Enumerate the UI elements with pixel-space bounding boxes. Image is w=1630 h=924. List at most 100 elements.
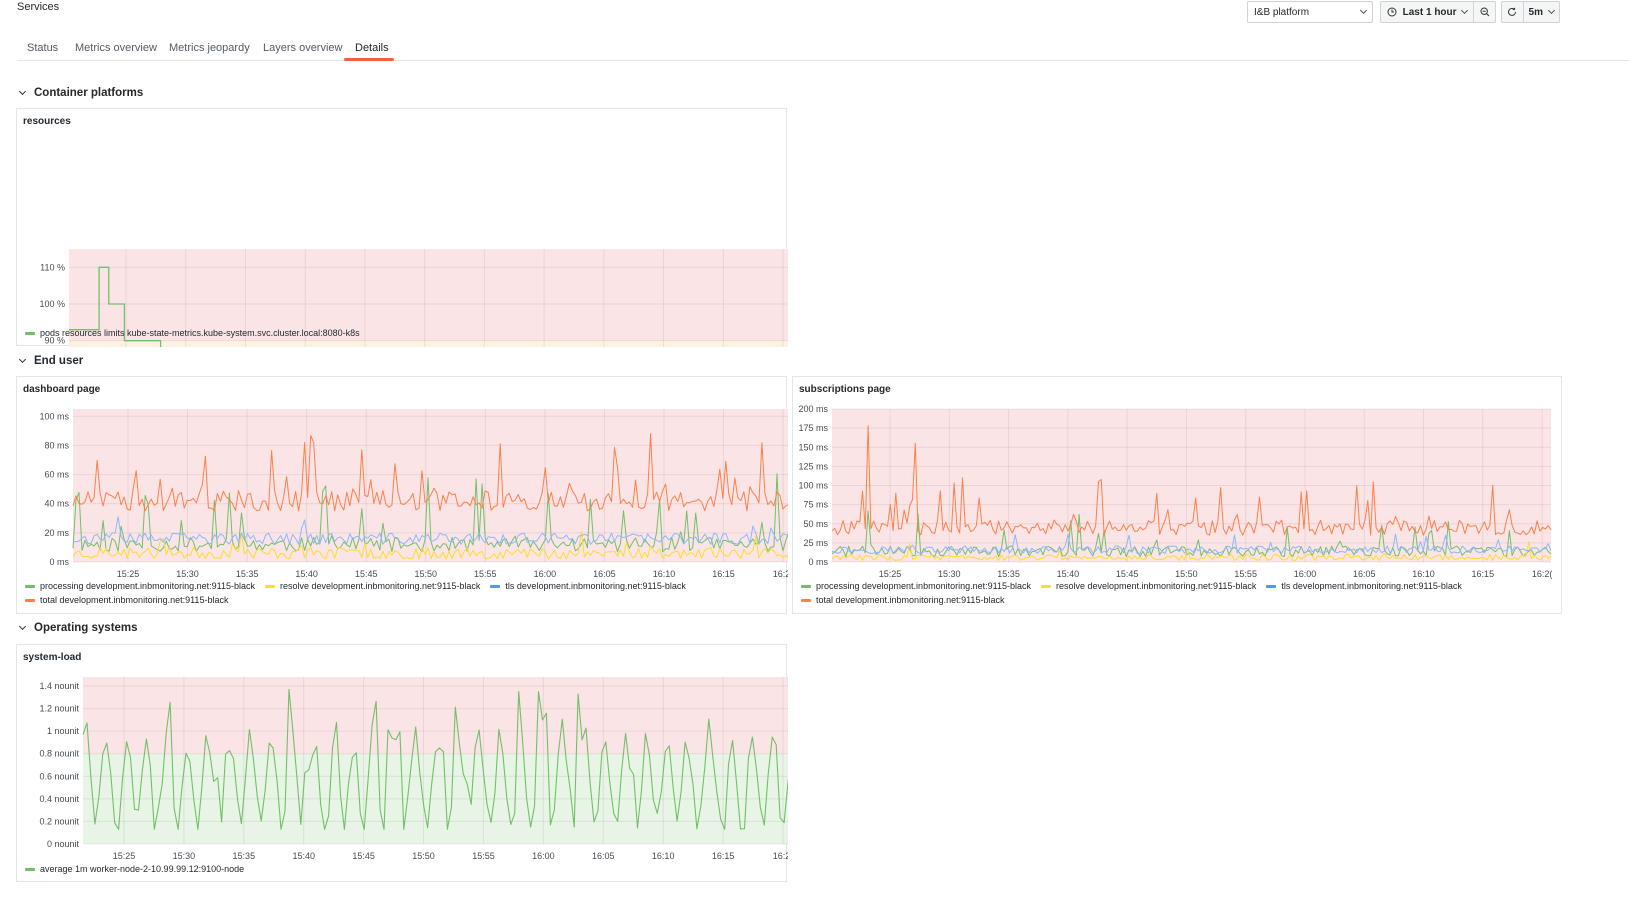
chevron-down-icon [18, 355, 27, 364]
x-tick-label: 16:2( [773, 851, 788, 861]
x-tick-label: 15:40 [295, 569, 318, 579]
y-tick-label: 0.2 nounit [39, 816, 79, 826]
threshold-zone [83, 677, 788, 754]
x-tick-label: 15:25 [117, 569, 140, 579]
zoom-out-icon [1480, 7, 1489, 17]
zoom-out-button[interactable] [1474, 2, 1495, 22]
x-tick-label: 15:40 [292, 851, 315, 861]
y-tick-label: 50 ms [803, 519, 828, 529]
x-tick-label: 16:05 [1353, 569, 1376, 579]
x-tick-label: 16:00 [534, 569, 557, 579]
row-container-platforms[interactable]: Container platforms [17, 87, 143, 99]
legend-item[interactable]: total development.inbmonitoring.net:9115… [801, 593, 1004, 607]
y-tick-label: 125 ms [798, 461, 828, 471]
y-tick-label: 0.8 nounit [39, 749, 79, 759]
legend-item[interactable]: pods resources limits kube-state-metrics… [25, 326, 360, 340]
refresh-icon [1508, 7, 1517, 16]
panel-dashboard-page: dashboard page 15:25 15:30 15:35 15:40 15:45… [16, 376, 788, 614]
y-tick-label: 0.6 nounit [39, 771, 79, 781]
y-tick-label: 100 ms [39, 411, 69, 421]
y-tick-label: 0 ms [808, 557, 828, 567]
row-end-user[interactable]: End user [17, 355, 83, 367]
legend-item[interactable]: processing development.inbmonitoring.net… [25, 579, 255, 593]
x-tick-label: 15:30 [176, 569, 199, 579]
y-tick-label: 1 nounit [47, 726, 80, 736]
refresh-interval-picker[interactable]: 5m [1524, 2, 1559, 22]
x-tick-label: 15:55 [474, 569, 497, 579]
time-range-picker[interactable]: Last 1 hour [1381, 2, 1475, 22]
legend-item[interactable]: average 1m worker-node-2-10.99.99.12:910… [25, 862, 244, 876]
y-tick-label: 0.4 nounit [39, 794, 79, 804]
legend-item[interactable]: total development.inbmonitoring.net:9115… [25, 593, 228, 607]
x-tick-label: 16:05 [592, 851, 615, 861]
row-operating-systems[interactable]: Operating systems [17, 622, 138, 634]
y-tick-label: 80 ms [44, 440, 69, 450]
legend-item[interactable]: processing development.inbmonitoring.net… [801, 579, 1031, 593]
time-range-label: Last 1 hour [1402, 6, 1457, 18]
x-tick-label: 15:55 [472, 851, 495, 861]
tab-metrics-jeopardy[interactable]: Metrics jeopardy [169, 42, 250, 54]
legend-swatch [25, 598, 35, 602]
legend-label: total development.inbmonitoring.net:9115… [816, 595, 1005, 605]
active-tab-indicator [344, 58, 394, 61]
y-tick-label: 60 ms [44, 470, 69, 480]
tab-status[interactable]: Status [27, 42, 58, 54]
legend-label: processing development.inbmonitoring.net… [40, 581, 255, 591]
legend-label: pods resources limits kube-state-metrics… [40, 328, 360, 338]
chevron-down-icon [1547, 6, 1556, 15]
legend-item[interactable]: resolve development.inbmonitoring.net:91… [264, 579, 481, 593]
platform-select-value: I&B platform [1254, 6, 1310, 18]
chevron-down-icon [18, 87, 27, 96]
x-tick-label: 15:40 [1057, 569, 1080, 579]
legend-item[interactable]: resolve development.inbmonitoring.net:91… [1040, 579, 1257, 593]
refresh-button[interactable] [1502, 2, 1524, 22]
y-tick-label: 1.4 nounit [39, 681, 79, 691]
legend-swatch [25, 331, 35, 335]
x-tick-label: 16:15 [1472, 569, 1495, 579]
tab-layers-overview[interactable]: Layers overview [263, 42, 342, 54]
y-tick-label: 40 ms [44, 499, 69, 509]
x-tick-label: 15:50 [412, 851, 435, 861]
x-tick-label: 15:45 [1116, 569, 1139, 579]
chevron-down-icon [18, 622, 27, 631]
legend-label: resolve development.inbmonitoring.net:91… [279, 581, 481, 591]
legend-label: average 1m worker-node-2-10.99.99.12:910… [40, 864, 245, 874]
legend-swatch [801, 598, 811, 602]
x-tick-label: 15:25 [879, 569, 902, 579]
chevron-down-icon [1461, 6, 1469, 15]
x-tick-label: 16:2( [773, 569, 788, 579]
x-tick-label: 16:00 [1294, 569, 1317, 579]
x-tick-label: 15:25 [113, 851, 136, 861]
chart-legend: average 1m worker-node-2-10.99.99.12:910… [25, 862, 254, 876]
page-title: Services [17, 1, 60, 13]
platform-select[interactable]: I&B platform [1247, 1, 1373, 23]
legend-swatch [490, 584, 501, 588]
tab-bar: Status Metrics overview Metrics jeopardy… [17, 37, 1629, 61]
chart-legend: pods resources limits kube-state-metrics… [25, 326, 370, 340]
legend-item[interactable]: tls development.inbmonitoring.net:9115-b… [490, 579, 686, 593]
x-tick-label: 15:50 [1175, 569, 1198, 579]
y-tick-label: 25 ms [803, 538, 828, 548]
legend-label: resolve development.inbmonitoring.net:91… [1055, 581, 1257, 591]
y-tick-label: 150 ms [798, 442, 828, 452]
panel-subscriptions-page: subscriptions page 15:25 15:30 15:35 15:40 1… [792, 376, 1562, 614]
refresh-interval-label: 5m [1528, 6, 1543, 18]
chart-legend: processing development.inbmonitoring.net… [25, 579, 725, 607]
legend-swatch [25, 867, 35, 871]
legend-label: tls development.inbmonitoring.net:9115-b… [505, 581, 686, 591]
x-tick-label: 15:35 [233, 851, 256, 861]
row-title: Operating systems [34, 622, 138, 634]
x-tick-label: 15:45 [352, 851, 375, 861]
legend-item[interactable]: tls development.inbmonitoring.net:9115-b… [1266, 579, 1462, 593]
legend-swatch [1266, 584, 1277, 588]
row-title: Container platforms [34, 87, 144, 99]
x-tick-label: 16:05 [593, 569, 616, 579]
y-tick-label: 100 ms [798, 481, 828, 491]
y-tick-label: 175 ms [798, 423, 828, 433]
row-title: End user [34, 355, 84, 367]
tab-metrics-overview[interactable]: Metrics overview [75, 42, 157, 54]
tab-details[interactable]: Details [355, 42, 389, 54]
x-tick-label: 15:35 [997, 569, 1020, 579]
legend-swatch [264, 584, 275, 588]
system-load-chart: 15:25 15:30 15:35 15:40 15:45 15:50 15:55 16:00… [39, 677, 788, 861]
